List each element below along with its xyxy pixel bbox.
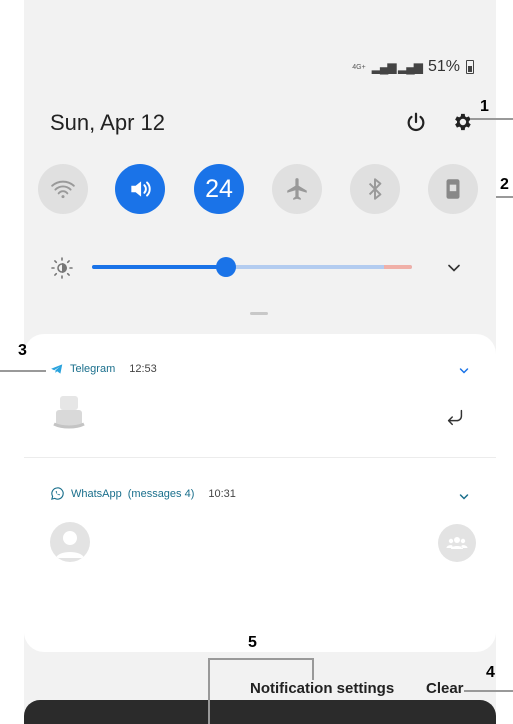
date-label: Sun, Apr 12 — [50, 110, 165, 135]
brightness-icon — [50, 256, 74, 280]
brightness-slider-fill — [92, 265, 227, 269]
chevron-down-icon[interactable] — [458, 364, 470, 376]
annotation-line-3 — [0, 370, 46, 372]
notification-detail: (messages 4) — [127, 487, 195, 500]
bluetooth-toggle[interactable] — [350, 164, 400, 214]
notification-whatsapp[interactable]: WhatsApp (messages 4) 10:31 — [24, 458, 496, 578]
annotation-2: 2 — [500, 176, 509, 193]
notification-settings-button[interactable]: Notification settings — [250, 680, 394, 697]
airplane-icon — [287, 178, 307, 200]
annotation-1: 1 — [480, 98, 489, 115]
network-indicator: 4G+ — [352, 63, 366, 71]
whatsapp-icon — [51, 487, 64, 500]
telegram-icon — [51, 364, 63, 374]
battery-icon — [466, 60, 474, 74]
avatar — [50, 522, 90, 562]
notification-time: 10:31 — [208, 487, 236, 500]
signal-icon: ▂▄▆ ▂▄▆ — [371, 60, 423, 74]
airplane-toggle[interactable] — [272, 164, 322, 214]
status-bar: 4G+ ▂▄▆ ▂▄▆ 51% — [352, 58, 474, 76]
volume-icon — [131, 181, 151, 197]
wifi-toggle[interactable] — [38, 164, 88, 214]
notification-app-name: Telegram — [70, 363, 116, 375]
chevron-down-icon[interactable] — [458, 490, 470, 502]
tile-24-label: 24 — [205, 174, 233, 203]
bluetooth-icon — [368, 178, 382, 200]
annotation-line-5 — [208, 658, 314, 660]
clear-button[interactable]: Clear — [426, 680, 464, 697]
notification-header: Telegram 12:53 — [50, 362, 157, 376]
annotation-4: 4 — [486, 664, 495, 681]
notification-telegram[interactable]: Telegram 12:53 — [24, 334, 496, 458]
annotation-line-5-right — [312, 658, 314, 680]
annotation-line-4 — [464, 690, 513, 692]
screen-lock-icon — [446, 179, 460, 199]
wifi-icon — [51, 180, 75, 199]
annotation-line-2 — [496, 196, 513, 198]
sound-toggle[interactable] — [115, 164, 165, 214]
notification-header: WhatsApp (messages 4) 10:31 — [50, 486, 236, 501]
screen-lock-toggle[interactable] — [428, 164, 478, 214]
reply-icon[interactable] — [444, 406, 466, 428]
notification-shade: 4G+ ▂▄▆ ▂▄▆ 51% Sun, Apr 12 24 Telegram … — [24, 0, 496, 724]
chevron-down-icon[interactable] — [444, 258, 464, 278]
annotation-line-1 — [470, 118, 513, 120]
drag-handle[interactable] — [250, 312, 268, 315]
annotation-5: 5 — [248, 634, 257, 651]
notification-app-name: WhatsApp — [71, 487, 122, 500]
notification-time: 12:53 — [129, 363, 157, 375]
message-thumbnail — [50, 390, 88, 434]
annotation-3: 3 — [18, 342, 27, 359]
navigation-bar — [24, 700, 496, 724]
gear-icon[interactable] — [448, 108, 476, 136]
brightness-slider[interactable] — [92, 257, 412, 277]
brightness-slider-thumb[interactable] — [216, 257, 237, 277]
tile-24[interactable]: 24 — [194, 164, 244, 214]
brightness-slider-end — [384, 265, 412, 269]
battery-percent: 51% — [427, 58, 460, 75]
group-icon — [438, 524, 476, 562]
power-icon[interactable] — [402, 108, 430, 136]
annotation-line-5-left — [208, 658, 210, 724]
notification-card: Telegram 12:53 WhatsApp (messages 4) 10:… — [24, 334, 496, 652]
